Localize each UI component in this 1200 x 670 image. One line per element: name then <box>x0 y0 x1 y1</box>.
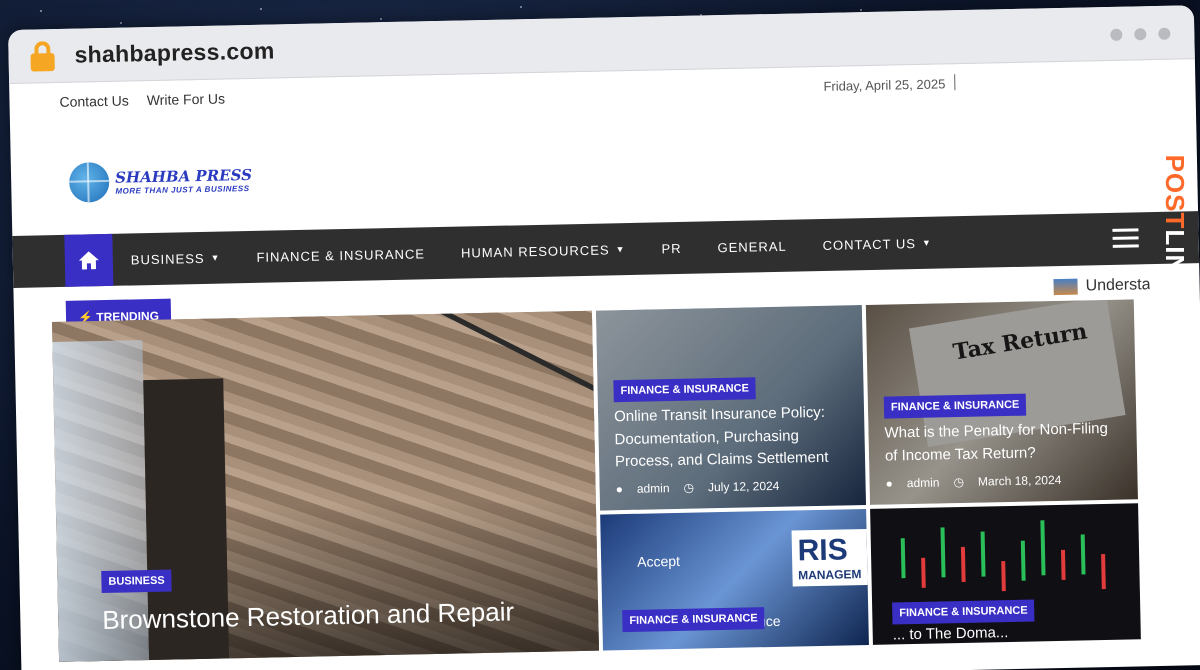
divider <box>954 74 956 91</box>
author-icon: ● <box>615 482 624 497</box>
nav-item-contact-us[interactable]: CONTACT US ▼ <box>804 235 950 253</box>
featured-post-risk-management[interactable]: Accept educe RISMANAGEM FINANCE & INSURA… <box>600 508 869 651</box>
category-badge[interactable]: FINANCE & INSURANCE <box>883 393 1027 419</box>
guestpostlinks-watermark: GUESTPOSTLINKS <box>1160 60 1190 313</box>
url-text[interactable]: shahbapress.com <box>74 37 275 68</box>
nav-item-finance-insurance[interactable]: FINANCE & INSURANCE <box>238 245 443 265</box>
nav-label: HUMAN RESOURCES <box>460 241 610 261</box>
ticker-text: Understar <box>1085 276 1150 295</box>
nav-item-general[interactable]: GENERAL <box>699 238 804 255</box>
post-date: March 18, 2024 <box>977 472 1062 489</box>
chevron-down-icon: ▼ <box>210 252 221 263</box>
ticker-thumbnail <box>1053 278 1078 296</box>
post-title[interactable]: ... to The Doma... <box>893 622 1009 645</box>
menu-icon[interactable] <box>1112 228 1139 253</box>
clock-icon: ◷ <box>683 480 695 495</box>
featured-post-stock-chart[interactable]: FINANCE & INSURANCE ... to The Doma... <box>870 503 1141 645</box>
nav-item-business[interactable]: BUSINESS ▼ <box>113 250 239 268</box>
home-button[interactable] <box>64 233 114 287</box>
chevron-down-icon: ▼ <box>921 237 932 248</box>
trending-ticker[interactable]: Understar <box>1053 276 1150 297</box>
current-date: Friday, April 25, 2025 <box>823 76 946 94</box>
write-for-us-link[interactable]: Write For Us <box>147 90 226 108</box>
image-text: Accept <box>636 552 681 570</box>
post-title[interactable]: What is the Penalty for Non-Filing of In… <box>884 418 1125 468</box>
contact-us-link[interactable]: Contact Us <box>59 92 129 109</box>
category-badge[interactable]: FINANCE & INSURANCE <box>892 599 1035 625</box>
post-title[interactable]: Online Transit Insurance Policy: Documen… <box>614 401 855 474</box>
nav-label: CONTACT US <box>822 235 917 253</box>
window-dot-icon[interactable] <box>1158 27 1171 40</box>
image-text: RIS MANAGEM <box>791 528 868 587</box>
globe-icon <box>68 161 110 203</box>
nav-item-human-resources[interactable]: HUMAN RESOURCES ▼ <box>443 241 644 260</box>
author-icon: ● <box>885 476 893 491</box>
window-controls <box>1110 27 1171 41</box>
featured-post-big[interactable]: BUSINESS Brownstone Restoration and Repa… <box>52 310 600 662</box>
category-badge[interactable]: FINANCE & INSURANCE <box>613 377 757 403</box>
nav-label: BUSINESS <box>130 250 205 267</box>
featured-post-tax-penalty[interactable]: Tax Return FINANCE & INSURANCE What is t… <box>865 299 1138 505</box>
site-logo[interactable]: SHAHBA PRESS MORE THAN JUST A BUSINESS <box>68 159 253 203</box>
category-badge[interactable]: BUSINESS <box>101 569 172 594</box>
logo-title: SHAHBA PRESS <box>114 165 253 187</box>
window-dot-icon[interactable] <box>1134 28 1147 41</box>
nav-label: FINANCE & INSURANCE <box>256 245 426 265</box>
post-date: July 12, 2024 <box>707 478 780 495</box>
nav-item-pr[interactable]: PR <box>643 240 699 256</box>
lock-icon <box>30 40 55 72</box>
featured-grid: BUSINESS Brownstone Restoration and Repa… <box>52 299 1141 662</box>
window-dot-icon[interactable] <box>1110 28 1123 41</box>
chevron-down-icon: ▼ <box>615 244 626 255</box>
post-author[interactable]: admin <box>907 475 940 490</box>
category-badge[interactable]: FINANCE & INSURANCE <box>622 607 765 633</box>
nav-label: GENERAL <box>717 238 787 255</box>
home-icon <box>78 251 99 270</box>
post-title[interactable]: Brownstone Restoration and Repair <box>102 592 515 640</box>
nav-label: PR <box>661 240 682 256</box>
clock-icon: ◷ <box>953 474 965 490</box>
post-author[interactable]: admin <box>637 481 670 496</box>
featured-post-transit-insurance[interactable]: FINANCE & INSURANCE Online Transit Insur… <box>595 305 867 511</box>
